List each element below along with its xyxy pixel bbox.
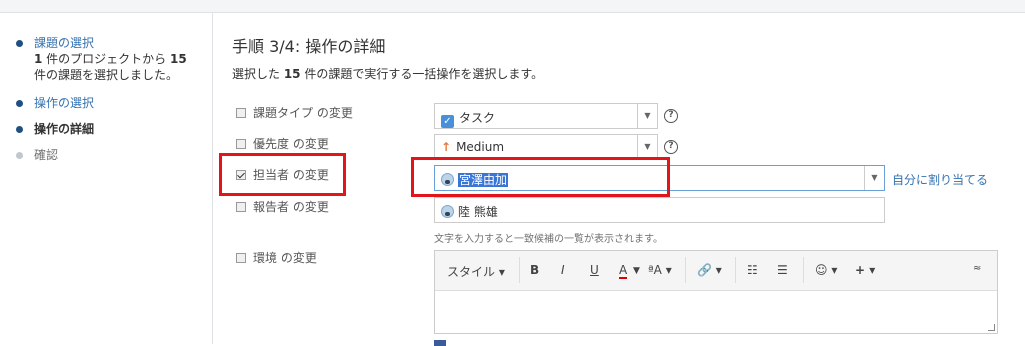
chevron-down-icon[interactable]: ▼ bbox=[633, 266, 640, 276]
bottom-icon bbox=[434, 340, 446, 346]
step-label: 確認 bbox=[34, 148, 59, 162]
assign-to-me-link[interactable]: 自分に割り当てる bbox=[892, 171, 988, 188]
help-icon[interactable]: ? bbox=[664, 140, 678, 154]
emoticon-icon[interactable]: ☺ ▾ bbox=[815, 263, 837, 277]
checkbox[interactable] bbox=[236, 108, 246, 118]
avatar bbox=[441, 205, 454, 218]
step-label[interactable]: 課題の選択 bbox=[34, 35, 94, 51]
reporter-field[interactable]: 陸 熊雄 bbox=[434, 197, 885, 223]
step-label[interactable]: 操作の選択 bbox=[34, 95, 94, 111]
numbered-list-icon[interactable]: ☰ bbox=[777, 263, 788, 277]
page-title: 手順 3/4: 操作の詳細 bbox=[232, 37, 386, 56]
sidebar: 課題の選択 1 件のプロジェクトから 15 件の課題を選択しました。 操作の選択… bbox=[0, 13, 213, 344]
option-change-issue-type[interactable]: 課題タイプ の変更 bbox=[236, 104, 353, 121]
italic-button[interactable]: I bbox=[561, 263, 565, 277]
chevron-down-icon[interactable]: ▼ bbox=[864, 166, 884, 190]
priority-medium-icon: ↑ bbox=[441, 140, 452, 154]
resize-handle[interactable] bbox=[988, 324, 995, 331]
option-change-reporter[interactable]: 報告者 の変更 bbox=[236, 198, 329, 215]
environment-editor[interactable]: スタイル ▾ B I U A ▼ ªA ▾ 🔗 ▾ ☷ ☰ ☺ ▾ + ▾ ≈ bbox=[434, 250, 998, 334]
link-icon[interactable]: 🔗 ▾ bbox=[697, 263, 722, 277]
step-label: 操作の詳細 bbox=[34, 122, 95, 136]
checkbox[interactable] bbox=[236, 253, 246, 263]
bullet-list-icon[interactable]: ☷ bbox=[747, 263, 758, 277]
page-description: 選択した 15 件の課題で実行する一括操作を選択します。 bbox=[232, 67, 544, 81]
step-dot bbox=[16, 152, 23, 159]
highlight-box-assignee-option bbox=[219, 153, 346, 196]
checkbox[interactable] bbox=[236, 139, 246, 149]
reporter-hint: 文字を入力すると一致候補の一覧が表示されます。 bbox=[434, 234, 663, 245]
bold-button[interactable]: B bbox=[530, 263, 539, 277]
font-size-button[interactable]: ªA ▾ bbox=[648, 263, 672, 277]
issue-count: 15 bbox=[170, 52, 187, 66]
collapse-toolbar-icon[interactable]: ≈ bbox=[973, 263, 981, 274]
editor-toolbar: スタイル ▾ B I U A ▼ ªA ▾ 🔗 ▾ ☷ ☰ ☺ ▾ + ▾ ≈ bbox=[435, 251, 997, 291]
top-bar bbox=[0, 0, 1025, 13]
option-change-priority[interactable]: 優先度 の変更 bbox=[236, 135, 329, 152]
checkbox[interactable] bbox=[236, 202, 246, 212]
task-icon: ✓ bbox=[441, 115, 454, 128]
insert-plus-icon[interactable]: + ▾ bbox=[855, 263, 875, 277]
option-change-environment[interactable]: 環境 の変更 bbox=[236, 249, 317, 266]
step-dot bbox=[16, 100, 23, 107]
style-dropdown[interactable]: スタイル ▾ bbox=[447, 263, 505, 280]
chevron-down-icon[interactable]: ▼ bbox=[637, 135, 657, 159]
step-dot bbox=[16, 40, 23, 47]
highlight-box-assignee-field bbox=[411, 157, 670, 197]
chevron-down-icon[interactable]: ▼ bbox=[637, 104, 657, 128]
issue-type-select[interactable]: ✓ タスク ▼ bbox=[434, 103, 658, 129]
text-color-button[interactable]: A bbox=[619, 263, 628, 279]
underline-button[interactable]: U bbox=[590, 263, 599, 277]
help-icon[interactable]: ? bbox=[664, 109, 678, 123]
step-dot bbox=[16, 126, 23, 133]
step-detail-text: 件のプロジェクトから bbox=[42, 52, 170, 66]
